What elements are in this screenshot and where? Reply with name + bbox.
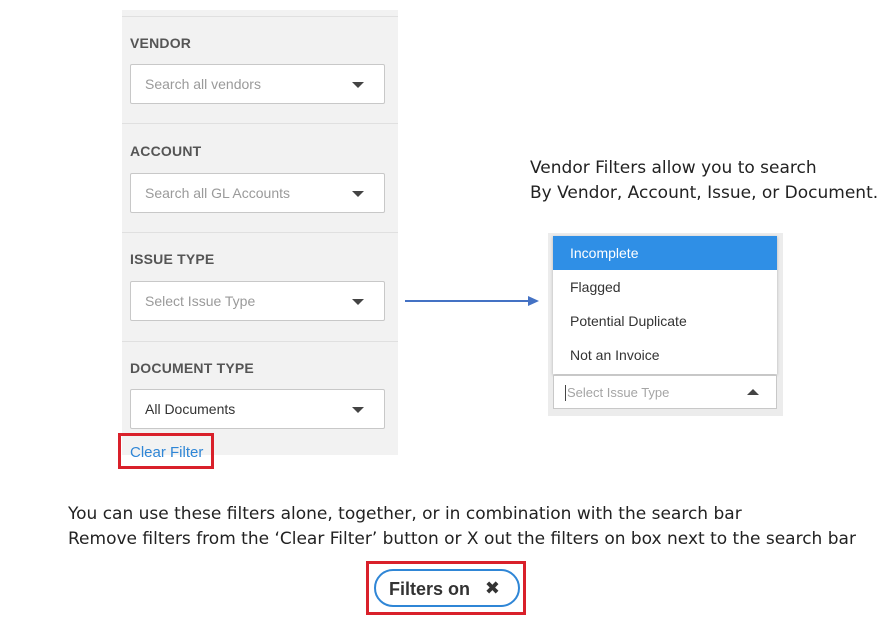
dropdown-option-not-an-invoice[interactable]: Not an Invoice xyxy=(553,338,777,372)
clear-filter-highlight: Clear Filter xyxy=(118,433,214,469)
issue-type-input[interactable]: Select Issue Type xyxy=(553,375,777,409)
chevron-up-icon xyxy=(747,389,759,395)
issue-type-select[interactable]: Select Issue Type xyxy=(130,281,385,321)
issue-type-dropdown-example: Incomplete Flagged Potential Duplicate N… xyxy=(548,233,783,416)
filters-on-label: Filters on xyxy=(389,579,471,599)
vendor-label: VENDOR xyxy=(130,35,192,51)
account-select-placeholder: Search all GL Accounts xyxy=(145,185,291,201)
issue-type-label: ISSUE TYPE xyxy=(130,251,215,267)
description-line-1: Vendor Filters allow you to search xyxy=(530,158,817,178)
filters-chip-highlight: Filters on ✖ xyxy=(366,561,526,615)
vendor-select[interactable]: Search all vendors xyxy=(130,64,385,104)
arrow-icon xyxy=(405,300,531,302)
issue-type-input-placeholder: Select Issue Type xyxy=(565,385,670,401)
instructions-line-1: You can use these filters alone, togethe… xyxy=(68,504,742,524)
vendor-select-placeholder: Search all vendors xyxy=(145,76,261,92)
section-divider xyxy=(122,341,398,342)
issue-type-dropdown-menu: Incomplete Flagged Potential Duplicate N… xyxy=(553,236,777,374)
close-icon[interactable]: ✖ xyxy=(485,578,500,599)
chevron-down-icon xyxy=(352,191,364,197)
account-select[interactable]: Search all GL Accounts xyxy=(130,173,385,213)
dropdown-option-potential-duplicate[interactable]: Potential Duplicate xyxy=(553,304,777,338)
clear-filter-link[interactable]: Clear Filter xyxy=(130,444,203,461)
document-type-select-value: All Documents xyxy=(145,401,236,417)
section-divider xyxy=(122,232,398,233)
section-divider xyxy=(122,16,398,17)
arrow-head-icon xyxy=(528,296,539,306)
document-type-label: DOCUMENT TYPE xyxy=(130,360,254,376)
dropdown-option-incomplete[interactable]: Incomplete xyxy=(553,236,777,270)
account-label: ACCOUNT xyxy=(130,143,202,159)
filters-on-chip[interactable]: Filters on ✖ xyxy=(374,569,520,607)
dropdown-option-flagged[interactable]: Flagged xyxy=(553,270,777,304)
issue-type-select-placeholder: Select Issue Type xyxy=(145,293,256,309)
instructions-line-2: Remove filters from the ‘Clear Filter’ b… xyxy=(68,529,856,549)
document-type-select[interactable]: All Documents xyxy=(130,389,385,429)
section-divider xyxy=(122,123,398,124)
chevron-down-icon xyxy=(352,407,364,413)
chevron-down-icon xyxy=(352,299,364,305)
filter-panel: VENDOR Search all vendors ACCOUNT Search… xyxy=(122,10,398,455)
description-line-2: By Vendor, Account, Issue, or Document. xyxy=(530,183,879,203)
chevron-down-icon xyxy=(352,82,364,88)
